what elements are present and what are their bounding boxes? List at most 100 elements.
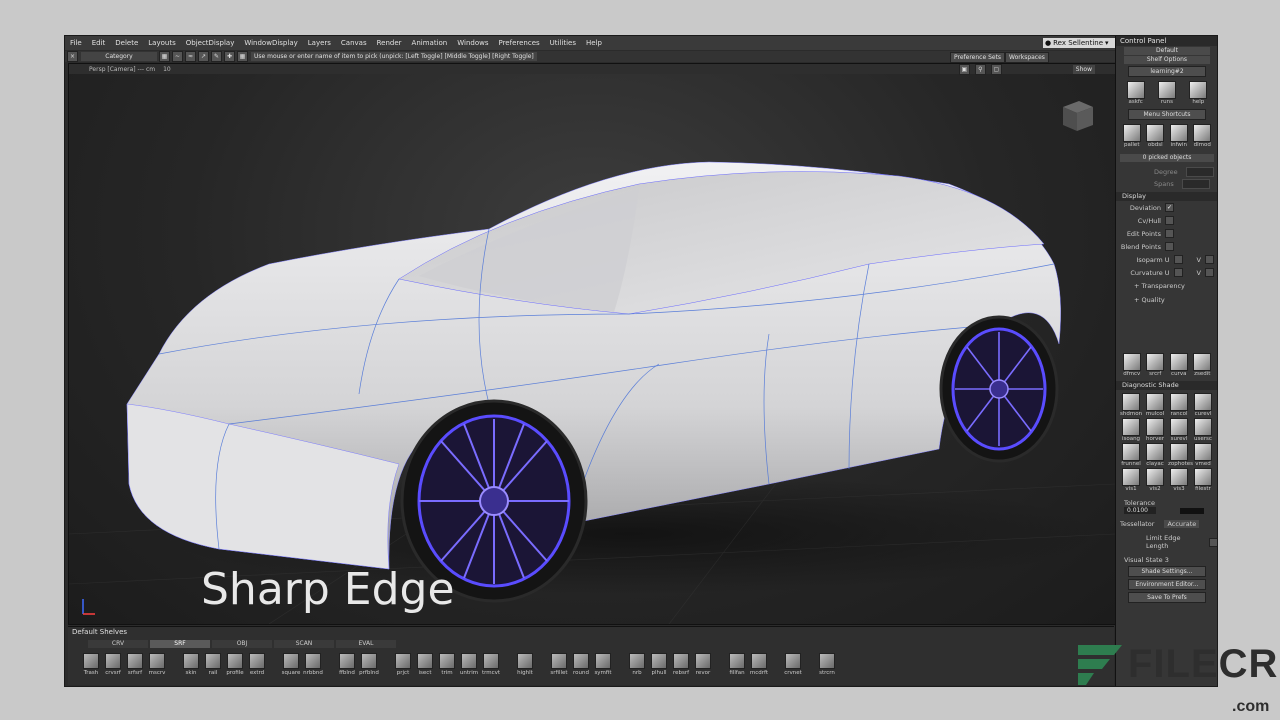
shelf-tool-rail[interactable]: rail — [202, 653, 224, 676]
shelf-tool-prjct[interactable]: prjct — [392, 653, 414, 676]
transparency-toggle[interactable]: + Transparency — [1116, 279, 1218, 293]
menu-preferences[interactable]: Preferences — [493, 39, 544, 47]
shelf-tool-ffblnd[interactable]: ffblnd — [336, 653, 358, 676]
filestr-button[interactable]: filestr — [1192, 468, 1214, 492]
tab-obj[interactable]: OBJ — [212, 640, 272, 648]
horver-button[interactable]: horver — [1144, 418, 1166, 442]
shelf-tool-symfit[interactable]: symfit — [592, 653, 614, 676]
arrow-icon[interactable]: ↗ — [198, 51, 209, 62]
learning-tab[interactable]: learning#2 — [1128, 66, 1206, 77]
menu-objectdisplay[interactable]: ObjectDisplay — [181, 39, 240, 47]
menu-render[interactable]: Render — [372, 39, 407, 47]
blend-points-checkbox[interactable] — [1165, 242, 1174, 251]
tessellator-dropdown[interactable]: Accurate — [1164, 520, 1199, 528]
isoparm-v-checkbox[interactable] — [1205, 255, 1214, 264]
curevl-button[interactable]: curevl — [1192, 393, 1214, 417]
tab-scan[interactable]: SCAN — [274, 640, 334, 648]
shelf-tool-mcdrft[interactable]: mcdrft — [748, 653, 770, 676]
user-account-dropdown[interactable]: ● Rex Sellentine ▾ — [1043, 38, 1115, 48]
deviation-checkbox[interactable]: ✓ — [1165, 203, 1174, 212]
shelf-tool-crvnet[interactable]: crvnet — [782, 653, 804, 676]
menu-layouts[interactable]: Layouts — [143, 39, 180, 47]
view-cube-icon[interactable] — [1059, 99, 1095, 133]
curve-icon[interactable]: ≈ — [185, 51, 196, 62]
shelf-tool-rebsrf[interactable]: rebsrf — [670, 653, 692, 676]
quality-toggle[interactable]: + Quality — [1116, 293, 1218, 307]
pen-icon[interactable]: ✎ — [211, 51, 222, 62]
shelf-tool-mscrv[interactable]: mscrv — [146, 653, 168, 676]
picked-objects-dropdown[interactable]: 0 picked objects — [1120, 154, 1214, 162]
clayac-button[interactable]: clayac — [1144, 443, 1166, 467]
menu-edit[interactable]: Edit — [87, 39, 111, 47]
shelf-tool-plhull[interactable]: plhull — [648, 653, 670, 676]
workspaces-button[interactable]: Workspaces — [1005, 52, 1049, 63]
diagnostic-shade-section[interactable]: Diagnostic Shade — [1116, 381, 1218, 390]
shelf-tool-untrim[interactable]: untrim — [458, 653, 480, 676]
usersc-button[interactable]: usersc — [1192, 418, 1214, 442]
shade-settings-button[interactable]: Shade Settings... — [1128, 566, 1206, 577]
close-icon[interactable]: × — [67, 51, 78, 62]
shelf-options-dropdown[interactable]: Shelf Options — [1124, 56, 1210, 64]
tab-eval[interactable]: EVAL — [336, 640, 396, 648]
transform-icon[interactable]: ✚ — [224, 51, 235, 62]
curvature-u-checkbox[interactable] — [1174, 268, 1183, 277]
shelf-tool-round[interactable]: round — [570, 653, 592, 676]
mulcol-button[interactable]: mulcol — [1144, 393, 1166, 417]
menu-windowdisplay[interactable]: WindowDisplay — [239, 39, 302, 47]
vmed-button[interactable]: vmed — [1192, 443, 1214, 467]
infwin-button[interactable]: infwin — [1168, 124, 1190, 148]
menu-windows[interactable]: Windows — [452, 39, 493, 47]
tab-crv[interactable]: CRV — [88, 640, 148, 648]
vis2-button[interactable]: vis2 — [1144, 468, 1166, 492]
degree-input[interactable] — [1186, 167, 1214, 177]
srcrf-button[interactable]: srcrf — [1144, 353, 1166, 377]
shelf-tool-revor[interactable]: revor — [692, 653, 714, 676]
wave-icon[interactable]: ~ — [172, 51, 183, 62]
shelf-tool-srfillet[interactable]: srfillet — [548, 653, 570, 676]
shelf-tool-skin[interactable]: skin — [180, 653, 202, 676]
category-dropdown[interactable]: Category — [81, 52, 157, 61]
preference-sets-button[interactable]: Preference Sets — [950, 52, 1005, 63]
pick-icon[interactable]: ▦ — [159, 51, 170, 62]
obdsl-button[interactable]: obdsl — [1144, 124, 1166, 148]
vis1-button[interactable]: vis1 — [1120, 468, 1142, 492]
dfmcv-button[interactable]: dfmcv — [1121, 353, 1143, 377]
curva-button[interactable]: curva — [1168, 353, 1190, 377]
display-section[interactable]: Display — [1116, 192, 1218, 201]
rancol-button[interactable]: rancol — [1168, 393, 1190, 417]
perspective-viewport[interactable]: Persp [Camera] --- cm 10 ▣ ⚲ ▢ Show — [68, 63, 1116, 625]
default-dropdown[interactable]: Default — [1124, 47, 1210, 55]
cvhull-checkbox[interactable] — [1165, 216, 1174, 225]
menu-utilities[interactable]: Utilities — [545, 39, 581, 47]
environment-editor-button[interactable]: Environment Editor... — [1128, 579, 1206, 590]
dlmod-button[interactable]: dlmod — [1191, 124, 1213, 148]
menu-animation[interactable]: Animation — [407, 39, 453, 47]
menu-file[interactable]: File — [65, 39, 87, 47]
zophotes-button[interactable]: zophotes — [1168, 443, 1190, 467]
shelf-tool-extrd[interactable]: extrd — [246, 653, 268, 676]
shelf-tool-srfsrf[interactable]: srfsrf — [124, 653, 146, 676]
menu-delete[interactable]: Delete — [110, 39, 143, 47]
spans-input[interactable] — [1182, 179, 1210, 189]
help-button[interactable]: help — [1187, 81, 1209, 105]
curvature-v-checkbox[interactable] — [1205, 268, 1214, 277]
shelf-tool-strcrn[interactable]: strcrn — [816, 653, 838, 676]
limit-edge-checkbox[interactable] — [1209, 538, 1218, 547]
grid-icon[interactable]: ▦ — [237, 51, 248, 62]
shelf-tool-nrbbnd[interactable]: nrbbnd — [302, 653, 324, 676]
save-to-prefs-button[interactable]: Save To Prefs — [1128, 592, 1206, 603]
tolerance-input[interactable]: 0.0100 — [1124, 507, 1156, 514]
menu-layers[interactable]: Layers — [303, 39, 336, 47]
shdmon-button[interactable]: shdmon — [1120, 393, 1142, 417]
shelf-tool-crvsrf[interactable]: crvsrf — [102, 653, 124, 676]
shelf-tool-prfblnd[interactable]: prfblnd — [358, 653, 380, 676]
surevl-button[interactable]: surevl — [1168, 418, 1190, 442]
shelf-tool-square[interactable]: square — [280, 653, 302, 676]
shelf-tool-profile[interactable]: profile — [224, 653, 246, 676]
shelf-tool-fillfan[interactable]: fillfan — [726, 653, 748, 676]
shelf-tool-nrb[interactable]: nrb — [626, 653, 648, 676]
frunnel-button[interactable]: frunnel — [1120, 443, 1142, 467]
shelf-tool-trash[interactable]: Trash — [80, 653, 102, 676]
tolerance-slider[interactable] — [1180, 508, 1204, 514]
zsedit-button[interactable]: zsedit — [1191, 353, 1213, 377]
